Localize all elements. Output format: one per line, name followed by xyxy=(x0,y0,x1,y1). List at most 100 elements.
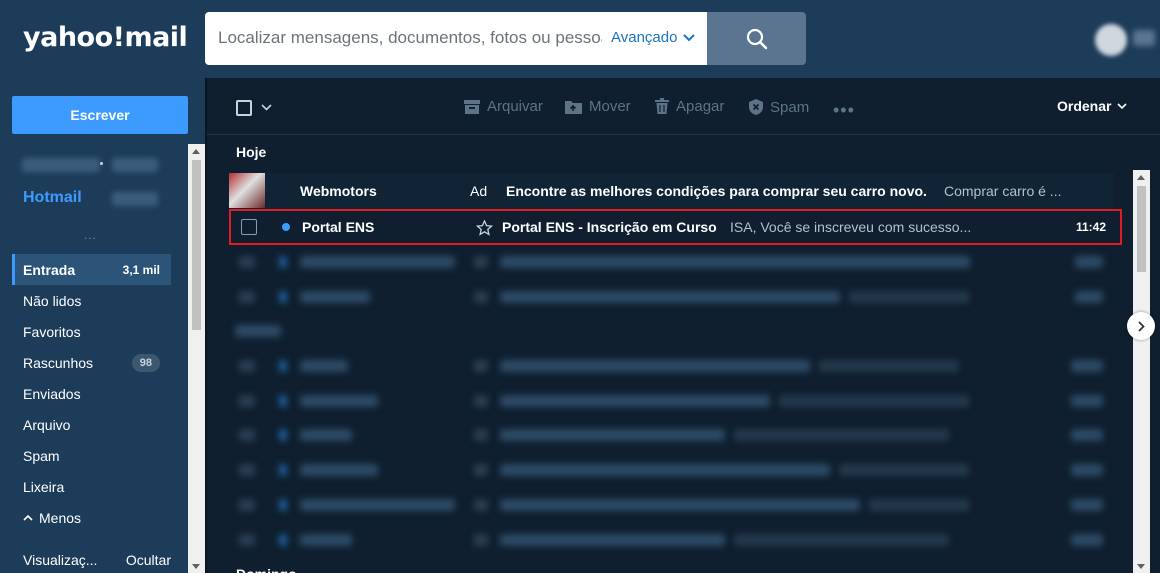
move-label: Mover xyxy=(589,98,631,115)
sidebar-item-archive[interactable]: Arquivo xyxy=(12,409,171,440)
message-list-pane: Arquivar Mover Apagar Spam ••• Ordenar H… xyxy=(205,78,1160,573)
message-toolbar: Arquivar Mover Apagar Spam ••• Ordenar xyxy=(207,78,1160,135)
advanced-search-label: Avançado xyxy=(611,29,678,46)
message-row-blurred[interactable] xyxy=(229,245,1114,280)
app-header: yahoo!mail Avançado xyxy=(0,0,1160,78)
account-dot xyxy=(100,162,103,165)
archive-button[interactable]: Arquivar xyxy=(463,98,543,115)
sidebar-item-sent[interactable]: Enviados xyxy=(12,378,171,409)
hide-views-link[interactable]: Ocultar xyxy=(126,552,171,568)
sidebar-item-less[interactable]: Menos xyxy=(12,502,171,533)
scroll-down-arrow-icon[interactable] xyxy=(1137,564,1145,569)
avatar[interactable] xyxy=(1095,24,1127,56)
search-button[interactable] xyxy=(707,12,806,65)
folder-label: Favoritos xyxy=(23,323,81,340)
folder-label: Não lidos xyxy=(23,292,82,309)
ad-subject: Encontre as melhores condições para comp… xyxy=(506,183,927,199)
select-all-checkbox[interactable] xyxy=(236,100,252,116)
views-section-header: Visualizaç... Ocultar xyxy=(23,552,171,568)
message-subject: Portal ENS - Inscrição em Curso xyxy=(502,219,717,235)
chevron-right-icon xyxy=(1137,320,1145,332)
message-checkbox[interactable] xyxy=(241,219,257,235)
sidebar-item-drafts[interactable]: Rascunhos 98 xyxy=(12,347,171,378)
section-header-sunday: Domingo xyxy=(236,565,297,573)
account-hotmail[interactable]: Hotmail xyxy=(23,189,82,207)
sidebar-item-trash[interactable]: Lixeira xyxy=(12,471,171,502)
compose-button[interactable]: Escrever xyxy=(12,96,188,134)
scroll-up-arrow-icon[interactable] xyxy=(192,149,200,154)
ad-sender: Webmotors xyxy=(300,183,377,199)
folder-list: Entrada 3,1 mil Não lidos Favoritos Rasc… xyxy=(12,254,171,533)
scroll-down-arrow-icon[interactable] xyxy=(192,564,200,569)
folder-count: 3,1 mil xyxy=(122,262,160,277)
account-hotmail-count-blurred xyxy=(112,192,158,206)
sidebar-item-unread[interactable]: Não lidos xyxy=(12,285,171,316)
message-row-selected[interactable]: Portal ENS Portal ENS - Inscrição em Cur… xyxy=(229,209,1122,245)
sidebar-item-favorites[interactable]: Favoritos xyxy=(12,316,171,347)
advanced-search-toggle[interactable]: Avançado xyxy=(611,29,696,46)
ad-tag: Ad xyxy=(470,183,488,199)
search-icon xyxy=(746,28,767,49)
message-row-blurred[interactable] xyxy=(229,280,1114,315)
message-list: Webmotors Ad Encontre as melhores condiç… xyxy=(229,173,1122,558)
views-label[interactable]: Visualizaç... xyxy=(23,552,97,568)
scroll-up-arrow-icon[interactable] xyxy=(1137,175,1145,180)
message-row-blurred[interactable] xyxy=(229,488,1114,523)
folder-label: Spam xyxy=(23,447,60,464)
account-separator: ... xyxy=(84,228,98,242)
message-list-scrollbar[interactable] xyxy=(1133,170,1150,573)
yahoo-mail-logo[interactable]: yahoo!mail xyxy=(23,22,188,53)
delete-button[interactable]: Apagar xyxy=(654,98,724,115)
sort-label: Ordenar xyxy=(1057,98,1112,114)
shield-icon xyxy=(749,99,763,115)
account-name-blurred[interactable] xyxy=(1133,30,1155,46)
message-row-blurred[interactable] xyxy=(229,418,1114,453)
archive-label: Arquivar xyxy=(487,98,543,115)
move-folder-icon xyxy=(565,100,582,114)
sidebar-item-inbox[interactable]: Entrada 3,1 mil xyxy=(12,254,171,285)
folder-label: Entrada xyxy=(23,261,76,278)
account-email-blurred xyxy=(22,158,100,172)
scrollbar-thumb[interactable] xyxy=(1137,186,1146,272)
ad-row[interactable]: Webmotors Ad Encontre as melhores condiç… xyxy=(229,173,1114,209)
spam-button[interactable]: Spam xyxy=(748,98,809,116)
message-sender: Portal ENS xyxy=(302,219,375,235)
chevron-up-icon xyxy=(23,514,33,521)
star-icon[interactable] xyxy=(476,220,493,236)
search-input[interactable] xyxy=(218,26,602,50)
less-label: Menos xyxy=(39,509,82,526)
section-header-today: Hoje xyxy=(236,144,267,160)
drafts-count-badge: 98 xyxy=(131,353,160,372)
next-page-button[interactable] xyxy=(1127,312,1155,340)
trash-icon xyxy=(655,98,669,114)
chevron-down-icon xyxy=(683,33,696,41)
folder-label: Enviados xyxy=(23,385,81,402)
ad-image xyxy=(229,173,265,208)
message-row-blurred[interactable] xyxy=(229,384,1114,419)
search-box: Avançado xyxy=(205,12,707,65)
message-row-blurred[interactable] xyxy=(229,349,1114,384)
sort-button[interactable]: Ordenar xyxy=(1057,98,1128,114)
account-count-blurred xyxy=(112,158,158,172)
message-row-blurred[interactable] xyxy=(229,453,1114,488)
message-row-blurred[interactable] xyxy=(229,523,1114,558)
message-snippet: ISA, Você se inscreveu com sucesso... xyxy=(730,219,972,235)
move-button[interactable]: Mover xyxy=(564,98,631,115)
folder-label: Arquivo xyxy=(23,416,71,433)
sidebar-scrollbar[interactable] xyxy=(188,144,205,573)
unread-indicator xyxy=(282,223,290,231)
more-actions-button[interactable]: ••• xyxy=(833,100,855,121)
spam-label: Spam xyxy=(770,98,810,116)
delete-label: Apagar xyxy=(676,98,725,115)
section-header-blurred xyxy=(229,314,1114,349)
chevron-down-icon xyxy=(1117,102,1128,109)
archive-icon xyxy=(464,99,480,114)
folder-label: Rascunhos xyxy=(23,354,94,371)
folder-label: Lixeira xyxy=(23,478,65,495)
sidebar-item-spam[interactable]: Spam xyxy=(12,440,171,471)
message-time: 11:42 xyxy=(1075,220,1106,234)
chevron-down-icon[interactable] xyxy=(261,104,272,111)
sidebar: Escrever Hotmail ... Entrada 3,1 mil Não… xyxy=(0,78,205,573)
scrollbar-thumb[interactable] xyxy=(192,160,201,330)
ad-snippet: Comprar carro é ... xyxy=(944,183,1062,199)
